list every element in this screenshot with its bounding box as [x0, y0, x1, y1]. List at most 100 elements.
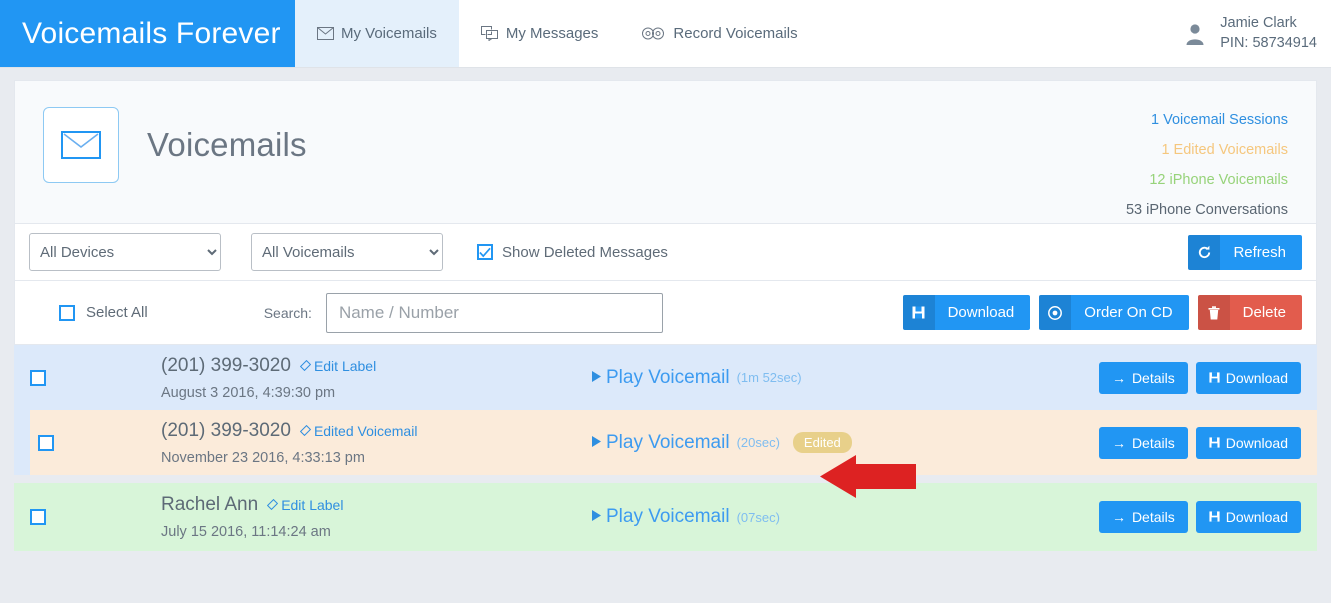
- row-action-buttons: →Details Download: [1099, 501, 1317, 533]
- row-checkbox[interactable]: [38, 435, 54, 451]
- details-button[interactable]: →Details: [1099, 362, 1188, 394]
- stat-iphone-voicemails[interactable]: 12 iPhone Voicemails: [1126, 165, 1288, 195]
- nav-tab-label: My Messages: [506, 25, 599, 42]
- nav-tab-my-messages[interactable]: My Messages: [459, 0, 621, 67]
- select-all-checkbox[interactable]: Select All: [59, 304, 148, 321]
- nav-tab-label: My Voicemails: [341, 25, 437, 42]
- row-name-block: Rachel Ann Edit Label July 15 2016, 11:1…: [161, 494, 591, 540]
- play-voicemail-button[interactable]: Play Voicemail: [591, 506, 730, 528]
- envelope-icon: [317, 27, 334, 40]
- chat-bubbles-icon: [481, 26, 499, 41]
- edit-label-text: Edited Voicemail: [314, 423, 418, 439]
- page-wrapper: Voicemails 1 Voicemail Sessions 1 Edited…: [0, 68, 1331, 551]
- caller-name: (201) 399-3020: [161, 420, 291, 442]
- row-download-label: Download: [1226, 435, 1288, 451]
- caller-name: Rachel Ann: [161, 494, 258, 516]
- play-voicemail-label: Play Voicemail: [606, 432, 730, 454]
- floppy-icon: [903, 295, 935, 330]
- voicemail-duration: (07sec): [737, 510, 780, 525]
- row-checkbox-cell: [30, 435, 61, 451]
- details-label: Details: [1132, 509, 1175, 525]
- refresh-button[interactable]: Refresh: [1188, 235, 1302, 270]
- search-action-toolbar: Select All Search: Download Order On CD: [14, 281, 1317, 345]
- play-voicemail-button[interactable]: Play Voicemail: [591, 367, 730, 389]
- order-on-cd-label: Order On CD: [1071, 295, 1188, 330]
- row-download-button[interactable]: Download: [1196, 362, 1301, 394]
- voicemail-date: August 3 2016, 4:39:30 pm: [161, 385, 591, 401]
- refresh-label: Refresh: [1220, 235, 1302, 270]
- play-voicemail-label: Play Voicemail: [606, 506, 730, 528]
- play-triangle-icon: [591, 432, 602, 454]
- voicemail-date: November 23 2016, 4:33:13 pm: [161, 450, 591, 466]
- play-voicemail-label: Play Voicemail: [606, 367, 730, 389]
- user-account-box[interactable]: Jamie Clark PIN: 58734914: [1182, 0, 1331, 67]
- select-all-label: Select All: [86, 304, 148, 321]
- table-row[interactable]: Rachel Ann Edit Label July 15 2016, 11:1…: [14, 483, 1317, 551]
- show-deleted-messages-label: Show Deleted Messages: [502, 244, 668, 261]
- nav-spacer: [820, 0, 1183, 67]
- row-action-buttons: →Details Download: [1099, 427, 1317, 459]
- row-download-button[interactable]: Download: [1196, 501, 1301, 533]
- download-label: Download: [935, 295, 1031, 330]
- nav-tab-my-voicemails[interactable]: My Voicemails: [295, 0, 459, 67]
- table-row[interactable]: (201) 399-3020 Edited Voicemail November…: [30, 410, 1317, 475]
- order-on-cd-button[interactable]: Order On CD: [1039, 295, 1188, 330]
- details-button[interactable]: →Details: [1099, 427, 1188, 459]
- refresh-icon: [1188, 235, 1220, 270]
- caller-name: (201) 399-3020: [161, 355, 291, 377]
- trash-icon: [1198, 295, 1230, 330]
- floppy-icon: [1209, 370, 1220, 386]
- stat-voicemail-sessions[interactable]: 1 Voicemail Sessions: [1126, 105, 1288, 135]
- arrow-right-icon: →: [1112, 370, 1126, 386]
- tag-icon: [300, 423, 311, 439]
- play-triangle-icon: [591, 367, 602, 389]
- row-checkbox-cell: [14, 370, 61, 386]
- tape-reel-icon: [642, 27, 666, 40]
- voicemail-duration: (20sec): [737, 435, 780, 450]
- row-action-buttons: →Details Download: [1099, 362, 1317, 394]
- checkbox-box[interactable]: [59, 305, 75, 321]
- edit-label-link[interactable]: Edit Label: [267, 497, 343, 513]
- checkbox-box[interactable]: [477, 244, 493, 260]
- details-label: Details: [1132, 435, 1175, 451]
- device-filter-select[interactable]: All Devices: [29, 233, 221, 271]
- voicemail-group-blue: (201) 399-3020 Edit Label August 3 2016,…: [14, 345, 1317, 475]
- edit-label-link[interactable]: Edit Label: [300, 358, 376, 374]
- page-title: Voicemails: [147, 126, 307, 164]
- search-label: Search:: [264, 305, 312, 321]
- user-avatar-icon: [1182, 21, 1208, 47]
- play-triangle-icon: [591, 506, 602, 528]
- delete-button[interactable]: Delete: [1198, 295, 1302, 330]
- stat-edited-voicemails[interactable]: 1 Edited Voicemails: [1126, 135, 1288, 165]
- status-badge: Edited: [793, 432, 852, 453]
- edit-label-text: Edit Label: [281, 497, 343, 513]
- row-checkbox-cell: [14, 509, 61, 525]
- play-voicemail-button[interactable]: Play Voicemail: [591, 432, 730, 454]
- voicemail-date: July 15 2016, 11:14:24 am: [161, 524, 591, 540]
- nav-tab-record-voicemails[interactable]: Record Voicemails: [620, 0, 819, 67]
- edit-label-text: Edit Label: [314, 358, 376, 374]
- disc-icon: [1039, 295, 1071, 330]
- show-deleted-messages-checkbox[interactable]: Show Deleted Messages: [477, 244, 668, 261]
- download-button[interactable]: Download: [903, 295, 1031, 330]
- table-row[interactable]: (201) 399-3020 Edit Label August 3 2016,…: [14, 345, 1317, 410]
- row-download-button[interactable]: Download: [1196, 427, 1301, 459]
- user-pin: PIN: 58734914: [1220, 34, 1317, 54]
- details-button[interactable]: →Details: [1099, 501, 1188, 533]
- row-name-block: (201) 399-3020 Edited Voicemail November…: [161, 420, 591, 466]
- stat-iphone-conversations: 53 iPhone Conversations: [1126, 195, 1288, 225]
- voicemail-type-filter-select[interactable]: All Voicemails: [251, 233, 443, 271]
- user-name: Jamie Clark: [1220, 14, 1317, 34]
- row-play-cell: Play Voicemail (20sec) Edited: [591, 432, 1099, 454]
- row-download-label: Download: [1226, 509, 1288, 525]
- voicemail-duration: (1m 52sec): [737, 370, 802, 385]
- brand-logo[interactable]: Voicemails Forever: [0, 0, 295, 67]
- row-checkbox[interactable]: [30, 509, 46, 525]
- row-checkbox[interactable]: [30, 370, 46, 386]
- delete-label: Delete: [1230, 295, 1302, 330]
- search-input[interactable]: [326, 293, 663, 333]
- stats-summary: 1 Voicemail Sessions 1 Edited Voicemails…: [1126, 105, 1288, 225]
- row-download-label: Download: [1226, 370, 1288, 386]
- filter-toolbar: All Devices All Voicemails Show Deleted …: [14, 223, 1317, 281]
- edit-label-link[interactable]: Edited Voicemail: [300, 423, 418, 439]
